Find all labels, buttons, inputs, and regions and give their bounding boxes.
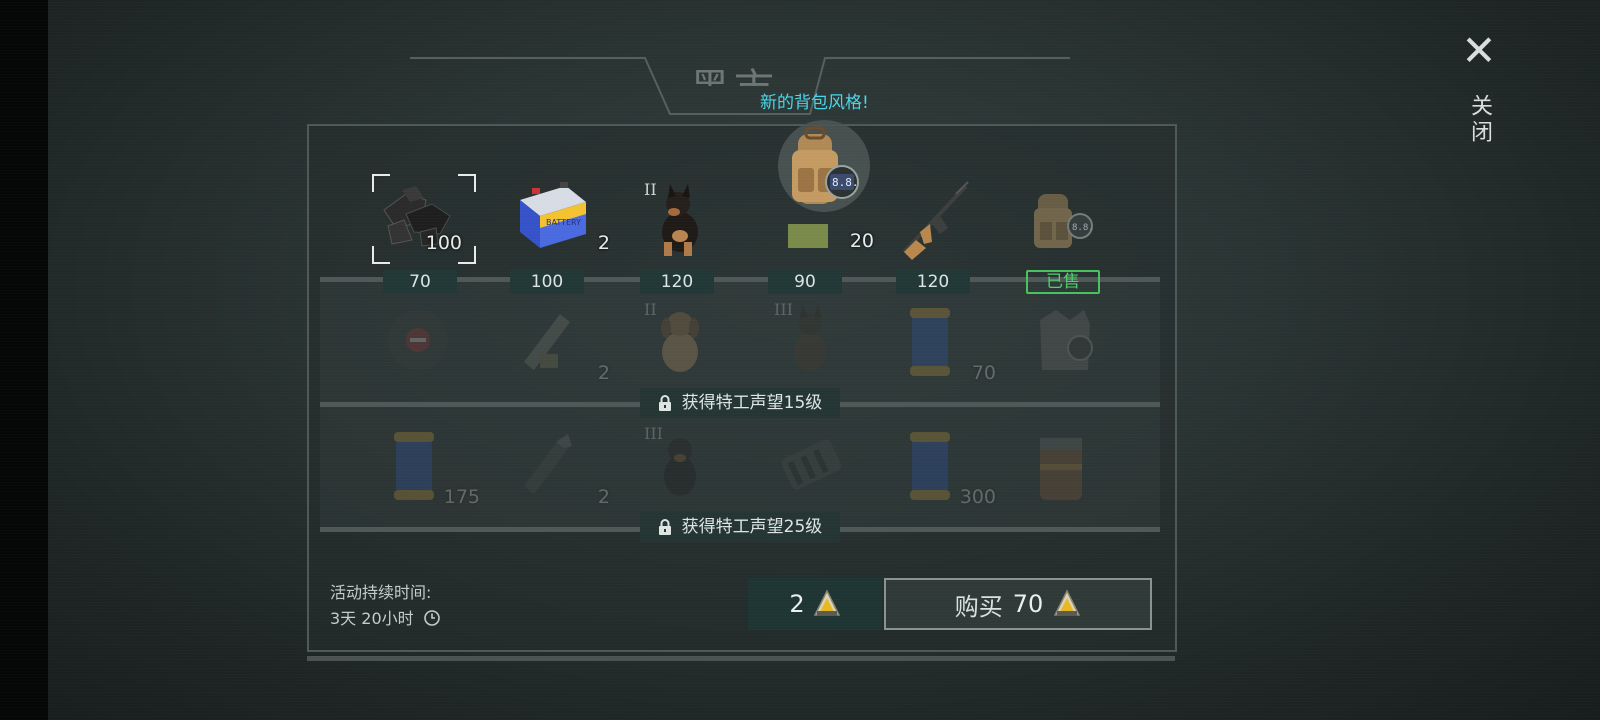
lock-text: 获得特工声望15级 [681, 393, 823, 413]
item-quantity: 300 [959, 486, 996, 508]
new-style-banner: 新的背包风格! [760, 93, 869, 113]
shop-item-canister: 175 [380, 424, 480, 514]
buy-price: 70 [1012, 590, 1044, 618]
dog-icon [661, 312, 699, 372]
lock-requirement-25: 获得特工声望25级 [640, 512, 840, 542]
shop-item-rocket: 2 [510, 300, 610, 390]
close-label: 关闭 [1467, 94, 1492, 146]
shop-item-supply-crate [1030, 424, 1130, 514]
sold-badge: 已售 [1026, 270, 1100, 294]
shop-item-canister: 70 [896, 300, 996, 390]
event-duration: 活动持续时间: 3天 20小时 [330, 580, 441, 632]
item-quantity: 20 [849, 230, 874, 252]
svg-text:BATTERY: BATTERY [546, 218, 581, 227]
disc-icon [388, 310, 448, 370]
dog-icon [664, 438, 696, 496]
item-price: 70 [383, 270, 457, 294]
shop-item-armor-vest [1030, 300, 1130, 390]
item-price: 120 [640, 270, 714, 294]
supply-crate-icon [1040, 438, 1082, 500]
item-quantity: 2 [597, 362, 610, 384]
shop-item-backpack-style[interactable]: 8.8. 20 [770, 120, 874, 252]
duration-label: 活动持续时间: [330, 583, 432, 602]
clock-icon [423, 610, 440, 626]
svg-text:8.8.: 8.8. [1072, 223, 1094, 233]
shop-item-dog-spaniel: II [640, 300, 740, 390]
item-price: 90 [768, 270, 842, 294]
item-quantity: 2 [597, 486, 610, 508]
item-quantity: 175 [443, 486, 480, 508]
battery-icon: BATTERY [520, 182, 586, 248]
shop-item-dog-rottweiler: III [640, 424, 740, 514]
lock-icon [658, 519, 671, 535]
shop-item-dog-puppy[interactable]: II [640, 180, 740, 270]
shop-item-canister: 300 [896, 424, 996, 514]
item-quantity: 2 [597, 232, 610, 254]
shop-item-disc [380, 300, 480, 390]
coin-icon [813, 589, 840, 616]
shop-item-rifle[interactable] [896, 176, 996, 266]
coin-icon [1054, 589, 1081, 616]
page-title: 黑市 [690, 56, 800, 86]
shop-item-battery[interactable]: BATTERY 2 [510, 170, 610, 260]
backpack-badge: 8.8. [832, 176, 859, 189]
duration-value: 3天 20小时 [330, 609, 414, 628]
lock-requirement-15: 获得特工声望15级 [640, 388, 840, 418]
dog-icon [794, 304, 826, 372]
shop-item-backpack[interactable]: 8.8. [1030, 180, 1130, 270]
left-edge-bar [0, 0, 48, 720]
lock-text: 获得特工声望25级 [681, 517, 823, 537]
rocket-icon [524, 434, 572, 494]
item-quantity: 100 [425, 232, 462, 254]
buy-button[interactable]: 购买 70 [884, 578, 1152, 630]
item-quantity: 70 [971, 362, 996, 384]
lock-icon [658, 395, 671, 411]
shop-item-rocket: 2 [510, 424, 610, 514]
dog-icon [662, 184, 698, 256]
black-market-screen: 黑市 新的背包风格! ✕ 关闭 100 70 [0, 0, 1600, 720]
item-price: 100 [510, 270, 584, 294]
close-icon[interactable]: ✕ [1456, 30, 1502, 72]
duration-value-row: 3天 20小时 [330, 606, 441, 632]
backpack-icon: 8.8. [1034, 194, 1094, 248]
shop-item-dog-shepherd: III [770, 300, 870, 390]
engine-part-icon [781, 439, 842, 490]
armor-vest-icon [1040, 310, 1093, 370]
rocket-icon [524, 314, 570, 370]
close-button[interactable]: ✕ 关闭 [1456, 30, 1502, 150]
coin-balance: 2 [748, 578, 882, 630]
buy-label: 购买 [954, 592, 1003, 621]
item-price: 120 [896, 270, 970, 294]
panel-bottom-line [307, 656, 1175, 661]
coin-balance-value: 2 [789, 590, 805, 618]
shop-item-engine-part [770, 424, 870, 514]
shop-item-coal[interactable]: 100 [366, 170, 476, 264]
rifle-icon [902, 181, 969, 260]
